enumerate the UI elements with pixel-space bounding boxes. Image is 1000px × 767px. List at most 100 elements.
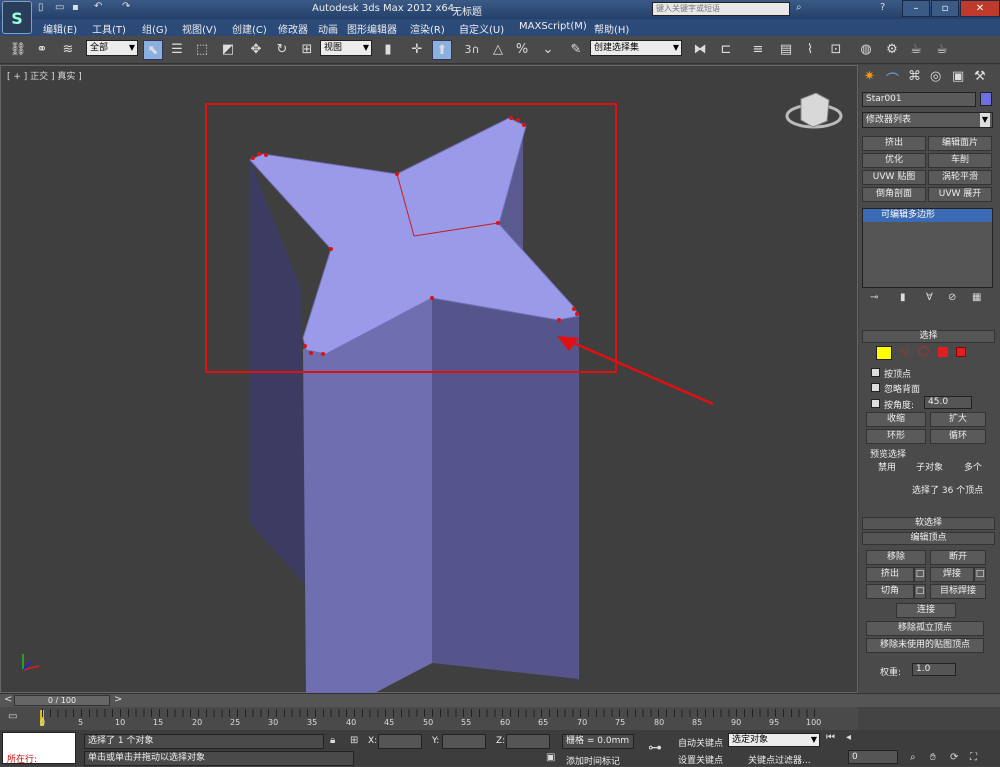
reference-coord-dropdown[interactable]: 视图 ▼ xyxy=(320,40,372,56)
make-unique-icon[interactable]: ∀ xyxy=(926,292,933,303)
time-slider-thumb[interactable]: 0 / 100 xyxy=(14,695,110,706)
rendered-frame-icon[interactable]: ☕ xyxy=(906,40,926,60)
vertex-mode-icon[interactable] xyxy=(876,346,892,360)
remove-unused-map-button[interactable]: 移除未使用的贴图顶点 xyxy=(866,638,984,653)
align-icon[interactable]: ⊏ xyxy=(716,40,736,60)
app-logo-icon[interactable]: S xyxy=(2,1,32,34)
selection-filter-dropdown[interactable]: 全部 ▼ xyxy=(86,40,138,56)
angle-input[interactable]: 45.0 xyxy=(924,396,972,409)
menu-animation[interactable]: 动画 xyxy=(318,21,338,36)
add-time-tag-label[interactable]: 添加时间标记 xyxy=(566,754,620,767)
redo-icon[interactable]: ↷ xyxy=(122,1,130,12)
chamfer-settings-icon[interactable]: □ xyxy=(914,584,926,599)
border-mode-icon[interactable]: ◯ xyxy=(918,346,929,357)
modify-tab-icon[interactable]: ⌒ xyxy=(886,69,899,88)
mod-turbosmooth-button[interactable]: 涡轮平滑 xyxy=(928,170,992,185)
unlink-icon[interactable]: ⚭ xyxy=(32,40,52,60)
window-crossing-icon[interactable]: ◩ xyxy=(218,40,238,60)
y-coord-input[interactable] xyxy=(442,734,486,749)
preview-off-radio[interactable]: 禁用 xyxy=(878,460,896,473)
menu-tools[interactable]: 工具(T) xyxy=(92,21,126,36)
edit-vertices-rollout-header[interactable]: 编辑顶点 xyxy=(862,532,995,545)
menu-modifiers[interactable]: 修改器 xyxy=(278,21,308,36)
manipulate-icon[interactable]: ✛ xyxy=(407,40,427,60)
time-next-icon[interactable]: > xyxy=(114,694,122,705)
percent-snap-icon[interactable]: % xyxy=(512,40,532,60)
weld-button[interactable]: 焊接 xyxy=(930,567,974,582)
scale-icon[interactable]: ⊞ xyxy=(297,40,317,60)
show-end-result-icon[interactable]: ▮ xyxy=(900,292,906,303)
by-vertex-checkbox[interactable] xyxy=(871,368,880,377)
key-mode-dropdown[interactable]: 选定对象 ▼ xyxy=(728,733,820,747)
pan-icon[interactable]: ✋︎ xyxy=(930,752,936,763)
shrink-button[interactable]: 收缩 xyxy=(866,412,926,427)
layer-manager-icon[interactable]: ≡ xyxy=(748,40,768,60)
by-angle-checkbox[interactable] xyxy=(871,399,880,408)
utilities-tab-icon[interactable]: ⚒ xyxy=(974,69,986,84)
hierarchy-tab-icon[interactable]: ⌘ xyxy=(908,69,921,84)
search-field[interactable]: 键入关键字或短语 xyxy=(652,2,790,16)
maximize-button[interactable]: ▫ xyxy=(931,0,959,17)
polygon-mode-icon[interactable] xyxy=(938,347,948,357)
lock-selection-icon[interactable]: 🔒︎ xyxy=(330,735,335,746)
select-object-icon[interactable]: ⬉ xyxy=(143,40,163,60)
open-file-icon[interactable]: ▭ xyxy=(55,2,64,13)
weight-input[interactable]: 1.0 xyxy=(912,663,956,676)
remove-button[interactable]: 移除 xyxy=(866,550,926,565)
set-key-icon[interactable]: ⊶ xyxy=(648,740,662,756)
angle-snap-icon[interactable]: △ xyxy=(488,40,508,60)
loop-button[interactable]: 循环 xyxy=(930,429,986,444)
orbit-icon[interactable]: ⟳ xyxy=(950,752,958,763)
extrude-button[interactable]: 挤出 xyxy=(866,567,914,582)
menu-customize[interactable]: 自定义(U) xyxy=(459,21,504,36)
absolute-mode-icon[interactable]: ⊞ xyxy=(350,735,358,746)
named-selection-dropdown[interactable]: 创建选择集 ▼ xyxy=(590,40,682,56)
menu-help[interactable]: 帮助(H) xyxy=(594,21,629,36)
bind-spacewarp-icon[interactable]: ≋ xyxy=(58,40,78,60)
mirror-icon[interactable]: ⧓ xyxy=(690,40,710,60)
pin-stack-icon[interactable]: ⊸ xyxy=(870,292,878,303)
mod-extrude-button[interactable]: 挤出 xyxy=(862,136,926,151)
undo-icon[interactable]: ↶ xyxy=(94,1,102,12)
target-weld-button[interactable]: 目标焊接 xyxy=(930,584,986,599)
display-tab-icon[interactable]: ▣ xyxy=(952,69,964,84)
close-button[interactable]: ✕ xyxy=(960,0,1000,17)
schematic-view-icon[interactable]: ⊡ xyxy=(826,40,846,60)
add-time-tag-icon[interactable]: ▣ xyxy=(546,752,555,763)
go-start-icon[interactable]: ⏮ xyxy=(826,732,835,743)
set-key-label[interactable]: 设置关键点 xyxy=(678,753,723,766)
preview-subobj-radio[interactable]: 子对象 xyxy=(916,460,943,473)
auto-key-label[interactable]: 自动关键点 xyxy=(678,736,723,749)
remove-modifier-icon[interactable]: ⊘ xyxy=(948,292,956,303)
element-mode-icon[interactable] xyxy=(956,347,966,357)
menu-rendering[interactable]: 渲染(R) xyxy=(410,21,445,36)
menu-create[interactable]: 创建(C) xyxy=(232,21,267,36)
create-tab-icon[interactable]: ✷ xyxy=(864,69,875,84)
material-editor-icon[interactable]: ◍ xyxy=(856,40,876,60)
current-frame-input[interactable]: 0 xyxy=(848,750,898,764)
maximize-viewport-icon[interactable]: ⛶ xyxy=(970,752,977,763)
menu-edit[interactable]: 编辑(E) xyxy=(43,21,77,36)
x-coord-input[interactable] xyxy=(378,734,422,749)
pivot-center-icon[interactable]: ▮ xyxy=(378,40,398,60)
curve-editor-icon[interactable]: ⌇ xyxy=(800,40,820,60)
minimize-button[interactable]: – xyxy=(902,0,930,17)
edit-named-sel-icon[interactable]: ✎ xyxy=(566,40,586,60)
graphite-icon[interactable]: ▤ xyxy=(776,40,796,60)
render-production-icon[interactable]: ☕ xyxy=(932,40,952,60)
snap-toggle-icon[interactable]: 3∩ xyxy=(462,40,482,60)
mod-lathe-button[interactable]: 车削 xyxy=(928,153,992,168)
edge-mode-icon[interactable]: ◁ xyxy=(900,346,908,357)
perspective-viewport[interactable]: [ + ] 正交 ] 真实 ] xyxy=(0,65,859,694)
maxscript-listener[interactable]: 所在行: xyxy=(2,732,76,765)
menu-group[interactable]: 组(G) xyxy=(142,21,168,36)
move-icon[interactable]: ✥ xyxy=(246,40,266,60)
weld-settings-icon[interactable]: □ xyxy=(974,567,986,582)
mod-uvw-map-button[interactable]: UVW 贴图 xyxy=(862,170,926,185)
render-setup-icon[interactable]: ⚙ xyxy=(882,40,902,60)
menu-views[interactable]: 视图(V) xyxy=(182,21,217,36)
track-bar-icon[interactable]: ▭ xyxy=(8,711,17,722)
star-extrusion-object[interactable] xyxy=(1,66,859,694)
soft-selection-rollout-header[interactable]: 软选择 xyxy=(862,517,995,530)
modifier-stack[interactable]: 可编辑多边形 xyxy=(862,208,993,288)
